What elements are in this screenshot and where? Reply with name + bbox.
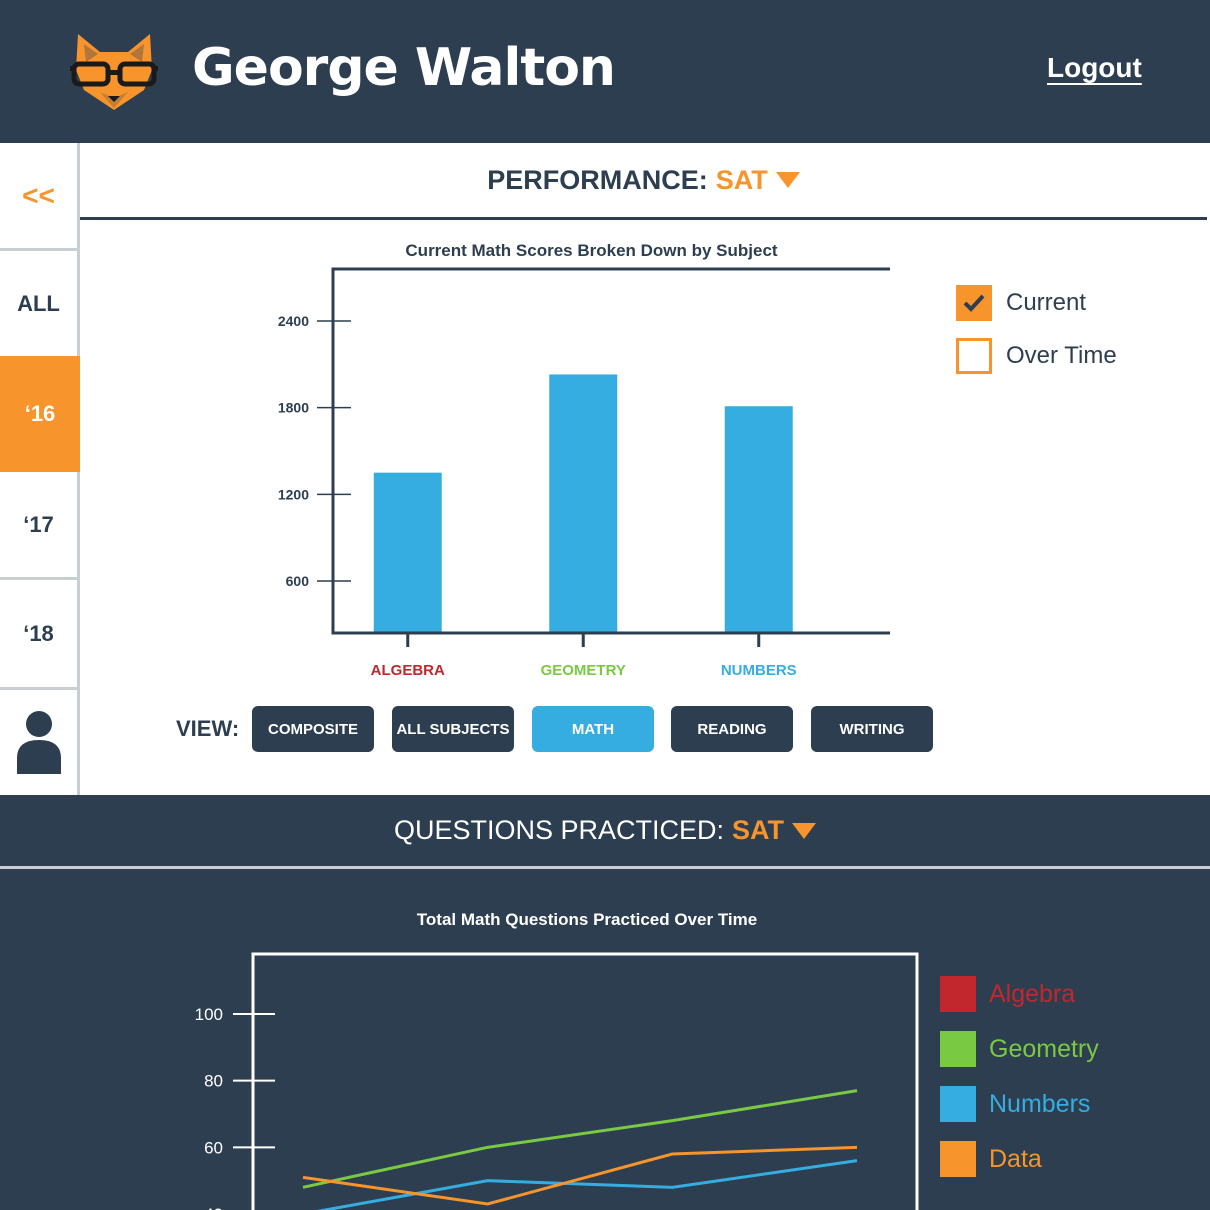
year-sidebar: << ALL ‘16 ‘17 ‘18 bbox=[0, 143, 80, 795]
x-tick-label: ALGEBRA bbox=[371, 662, 445, 679]
series-line-data bbox=[302, 1145, 858, 1206]
user-icon bbox=[16, 710, 61, 774]
caret-down-icon[interactable] bbox=[792, 822, 817, 839]
performance-panel: PERFORMANCE: SAT Current Math Scores Bro… bbox=[80, 143, 1210, 795]
app-header: George Walton Logout bbox=[0, 0, 1210, 143]
legend-label: Geometry bbox=[989, 1034, 1099, 1063]
current-checkbox[interactable] bbox=[956, 285, 992, 321]
sidebar-item-2018[interactable]: ‘18 bbox=[0, 580, 77, 690]
bar-geometry bbox=[549, 374, 618, 632]
legend-algebra: Algebra bbox=[940, 976, 1075, 1012]
user-name: George Walton bbox=[192, 38, 616, 98]
legend-swatch bbox=[940, 1086, 976, 1122]
fox-logo-icon bbox=[70, 34, 158, 110]
bar-numbers bbox=[724, 406, 793, 632]
y-tick-label: 2400 bbox=[278, 313, 309, 329]
current-label: Current bbox=[1006, 289, 1087, 316]
legend-numbers: Numbers bbox=[940, 1086, 1090, 1122]
performance-test-select[interactable]: SAT bbox=[716, 165, 768, 196]
view-label: VIEW: bbox=[176, 716, 240, 741]
y-tick-label: 100 bbox=[195, 1005, 223, 1024]
logout-link[interactable]: Logout bbox=[1047, 52, 1142, 84]
legend-label: Data bbox=[989, 1144, 1042, 1173]
view-reading-button[interactable]: READING bbox=[671, 706, 793, 752]
questions-test-select[interactable]: SAT bbox=[732, 815, 784, 846]
legend-swatch bbox=[940, 1141, 976, 1177]
check-icon bbox=[963, 294, 985, 312]
caret-down-icon[interactable] bbox=[775, 172, 800, 188]
questions-line-chart: 40 60 80 100 bbox=[195, 952, 919, 1210]
profile-button[interactable] bbox=[0, 690, 77, 795]
y-tick-label: 60 bbox=[204, 1138, 223, 1157]
legend-label: Algebra bbox=[989, 979, 1076, 1008]
y-tick-label: 80 bbox=[204, 1072, 223, 1091]
legend-data: Data bbox=[940, 1141, 1042, 1177]
performance-title: PERFORMANCE: SAT bbox=[80, 143, 1207, 220]
over-time-checkbox[interactable] bbox=[956, 338, 992, 374]
math-scores-bar-chart: 600120018002400ALGEBRAGEOMETRYNUMBERSDAT… bbox=[278, 267, 890, 679]
questions-title: QUESTIONS PRACTICED: SAT bbox=[0, 795, 1210, 869]
y-tick-label: 600 bbox=[286, 573, 310, 589]
bar-algebra bbox=[373, 472, 442, 632]
plot-frame bbox=[251, 952, 919, 1210]
view-math-button[interactable]: MATH bbox=[532, 706, 654, 752]
y-tick-label: 40 bbox=[204, 1205, 223, 1210]
back-button[interactable]: << bbox=[0, 143, 77, 251]
sidebar-item-2016[interactable]: ‘16 bbox=[0, 356, 80, 472]
performance-title-label: PERFORMANCE: bbox=[487, 164, 708, 195]
view-composite-button[interactable]: COMPOSITE bbox=[252, 706, 374, 752]
x-tick-label: NUMBERS bbox=[721, 662, 797, 679]
over-time-label: Over Time bbox=[1006, 342, 1117, 369]
legend-geometry: Geometry bbox=[940, 1031, 1099, 1067]
y-tick-label: 1200 bbox=[278, 486, 309, 502]
y-tick-label: 1800 bbox=[278, 400, 309, 416]
x-tick-label: GEOMETRY bbox=[541, 662, 626, 679]
view-all-subjects-button[interactable]: ALL SUBJECTS bbox=[392, 706, 514, 752]
questions-title-label: QUESTIONS PRACTICED: bbox=[393, 815, 725, 845]
legend-swatch bbox=[940, 976, 976, 1012]
toggle-over-time[interactable]: Over Time bbox=[956, 338, 1117, 374]
view-writing-button[interactable]: WRITING bbox=[811, 706, 933, 752]
bar-chart-title: Current Math Scores Broken Down by Subje… bbox=[405, 241, 778, 260]
toggle-current[interactable]: Current bbox=[956, 285, 1086, 321]
line-chart-title: Total Math Questions Practiced Over Time bbox=[416, 910, 758, 929]
legend-swatch bbox=[940, 1031, 976, 1067]
sidebar-item-2017[interactable]: ‘17 bbox=[0, 472, 77, 580]
sidebar-item-all[interactable]: ALL bbox=[0, 251, 77, 359]
legend-label: Numbers bbox=[989, 1089, 1091, 1118]
